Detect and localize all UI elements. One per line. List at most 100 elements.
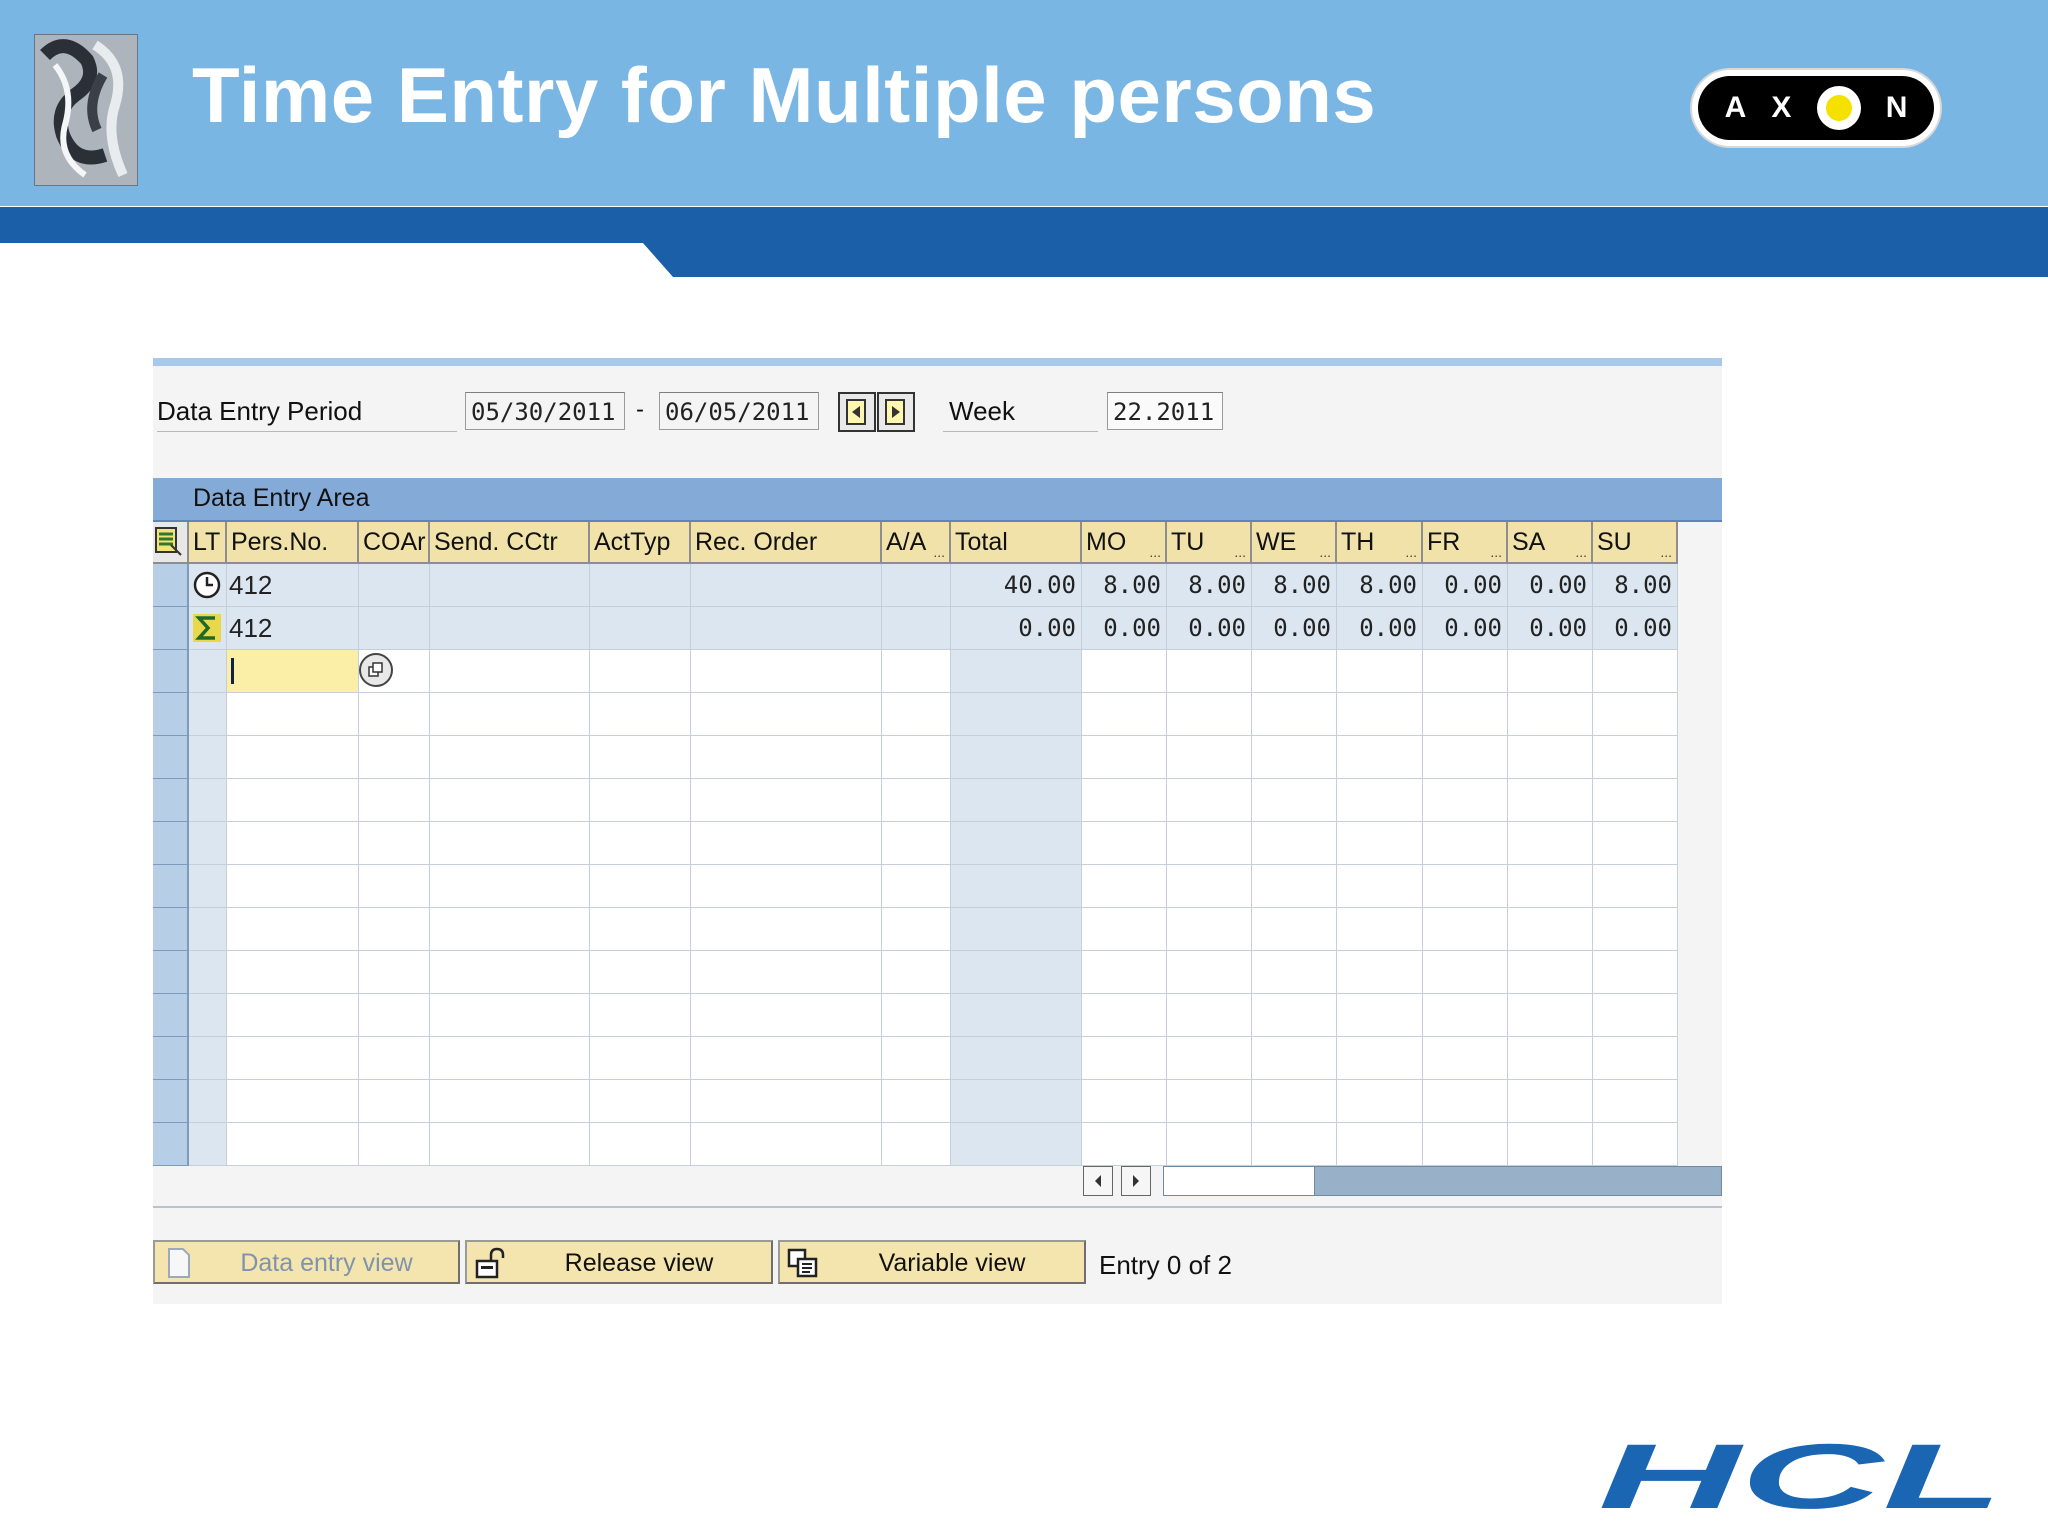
cell-tu[interactable] <box>1167 822 1252 865</box>
cell-we[interactable] <box>1252 1080 1337 1123</box>
cell-total[interactable] <box>951 822 1082 865</box>
column-header-send-cctr[interactable]: Send. CCtr <box>430 522 590 564</box>
cell-su[interactable] <box>1593 951 1678 994</box>
column-header-th[interactable]: TH... <box>1337 522 1423 564</box>
column-header-rec-order[interactable]: Rec. Order <box>691 522 882 564</box>
value-help-icon[interactable] <box>359 653 393 687</box>
cell-coar[interactable] <box>359 951 430 994</box>
cell-lt[interactable] <box>189 736 227 779</box>
cell-th[interactable] <box>1337 951 1423 994</box>
cell-sa[interactable] <box>1508 994 1593 1037</box>
cell-aa[interactable] <box>882 1080 951 1123</box>
cell-tu[interactable] <box>1167 650 1252 693</box>
cell-fr[interactable] <box>1423 1080 1508 1123</box>
row-selector[interactable] <box>153 951 189 994</box>
cell-coar[interactable] <box>359 865 430 908</box>
cell-we[interactable] <box>1252 908 1337 951</box>
column-header-acttyp[interactable]: ActTyp <box>590 522 691 564</box>
cell-coar[interactable] <box>359 736 430 779</box>
cell-fr[interactable] <box>1423 908 1508 951</box>
cell-total[interactable] <box>951 951 1082 994</box>
row-selector[interactable] <box>153 693 189 736</box>
cell-we[interactable] <box>1252 736 1337 779</box>
cell-aa[interactable] <box>882 650 951 693</box>
scroll-right-button[interactable] <box>1121 1166 1151 1196</box>
cell-su[interactable] <box>1593 994 1678 1037</box>
cell-tu[interactable] <box>1167 736 1252 779</box>
row-selector[interactable] <box>153 1080 189 1123</box>
cell-aa[interactable] <box>882 693 951 736</box>
cell-sa[interactable] <box>1508 865 1593 908</box>
cell-send-cctr[interactable] <box>430 822 590 865</box>
cell-rec-order[interactable] <box>691 779 882 822</box>
cell-lt[interactable] <box>189 693 227 736</box>
cell-lt[interactable] <box>189 1037 227 1080</box>
cell-acttyp[interactable] <box>590 994 691 1037</box>
cell-pers-no[interactable] <box>227 1123 359 1166</box>
row-selector[interactable] <box>153 994 189 1037</box>
cell-total[interactable] <box>951 1123 1082 1166</box>
cell-mo[interactable] <box>1082 1080 1167 1123</box>
cell-tu[interactable] <box>1167 1123 1252 1166</box>
cell-coar[interactable] <box>359 1080 430 1123</box>
cell-lt[interactable] <box>189 865 227 908</box>
cell-sa[interactable] <box>1508 1080 1593 1123</box>
cell-pers-no[interactable] <box>227 908 359 951</box>
cell-th[interactable] <box>1337 736 1423 779</box>
cell-pers-no[interactable] <box>227 994 359 1037</box>
cell-aa[interactable] <box>882 1123 951 1166</box>
scroll-thumb[interactable] <box>1163 1166 1315 1196</box>
cell-rec-order[interactable] <box>691 951 882 994</box>
release-view-button[interactable]: Release view <box>465 1240 773 1284</box>
cell-acttyp[interactable] <box>590 1080 691 1123</box>
cell-acttyp[interactable] <box>590 908 691 951</box>
cell-su[interactable] <box>1593 1080 1678 1123</box>
cell-tu[interactable] <box>1167 779 1252 822</box>
cell-coar[interactable] <box>359 1037 430 1080</box>
cell-rec-order[interactable] <box>691 908 882 951</box>
cell-su[interactable] <box>1593 1037 1678 1080</box>
cell-th[interactable] <box>1337 994 1423 1037</box>
cell-pers-no[interactable] <box>227 693 359 736</box>
cell-coar[interactable] <box>359 650 430 693</box>
cell-rec-order[interactable] <box>691 822 882 865</box>
row-selector[interactable] <box>153 908 189 951</box>
cell-mo[interactable] <box>1082 650 1167 693</box>
cell-send-cctr[interactable] <box>430 693 590 736</box>
cell-sa[interactable] <box>1508 951 1593 994</box>
cell-acttyp[interactable] <box>590 693 691 736</box>
row-selector[interactable] <box>153 779 189 822</box>
cell-th[interactable] <box>1337 779 1423 822</box>
cell-rec-order[interactable] <box>691 865 882 908</box>
pers-no-input[interactable] <box>227 650 359 693</box>
cell-su[interactable] <box>1593 1123 1678 1166</box>
cell-acttyp[interactable] <box>590 951 691 994</box>
cell-mo[interactable] <box>1082 693 1167 736</box>
cell-aa[interactable] <box>882 822 951 865</box>
cell-acttyp[interactable] <box>590 1037 691 1080</box>
cell-rec-order[interactable] <box>691 736 882 779</box>
cell-th[interactable] <box>1337 822 1423 865</box>
cell-we[interactable] <box>1252 693 1337 736</box>
cell-rec-order[interactable] <box>691 1037 882 1080</box>
period-to-field[interactable]: 06/05/2011 <box>659 392 819 430</box>
cell-acttyp[interactable] <box>590 865 691 908</box>
cell-total[interactable] <box>951 650 1082 693</box>
cell-sa[interactable] <box>1508 693 1593 736</box>
cell-aa[interactable] <box>882 951 951 994</box>
variable-view-button[interactable]: Variable view <box>778 1240 1086 1284</box>
cell-pers-no[interactable] <box>227 779 359 822</box>
cell-sa[interactable] <box>1508 779 1593 822</box>
cell-aa[interactable] <box>882 908 951 951</box>
cell-th[interactable] <box>1337 865 1423 908</box>
cell-tu[interactable] <box>1167 908 1252 951</box>
row-selector[interactable] <box>153 1037 189 1080</box>
row-selector[interactable] <box>153 650 189 693</box>
cell-lt[interactable] <box>189 1080 227 1123</box>
cell-lt[interactable] <box>189 951 227 994</box>
cell-coar[interactable] <box>359 822 430 865</box>
cell-su[interactable] <box>1593 650 1678 693</box>
cell-total[interactable] <box>951 908 1082 951</box>
row-selector[interactable] <box>153 736 189 779</box>
cell-send-cctr[interactable] <box>430 865 590 908</box>
